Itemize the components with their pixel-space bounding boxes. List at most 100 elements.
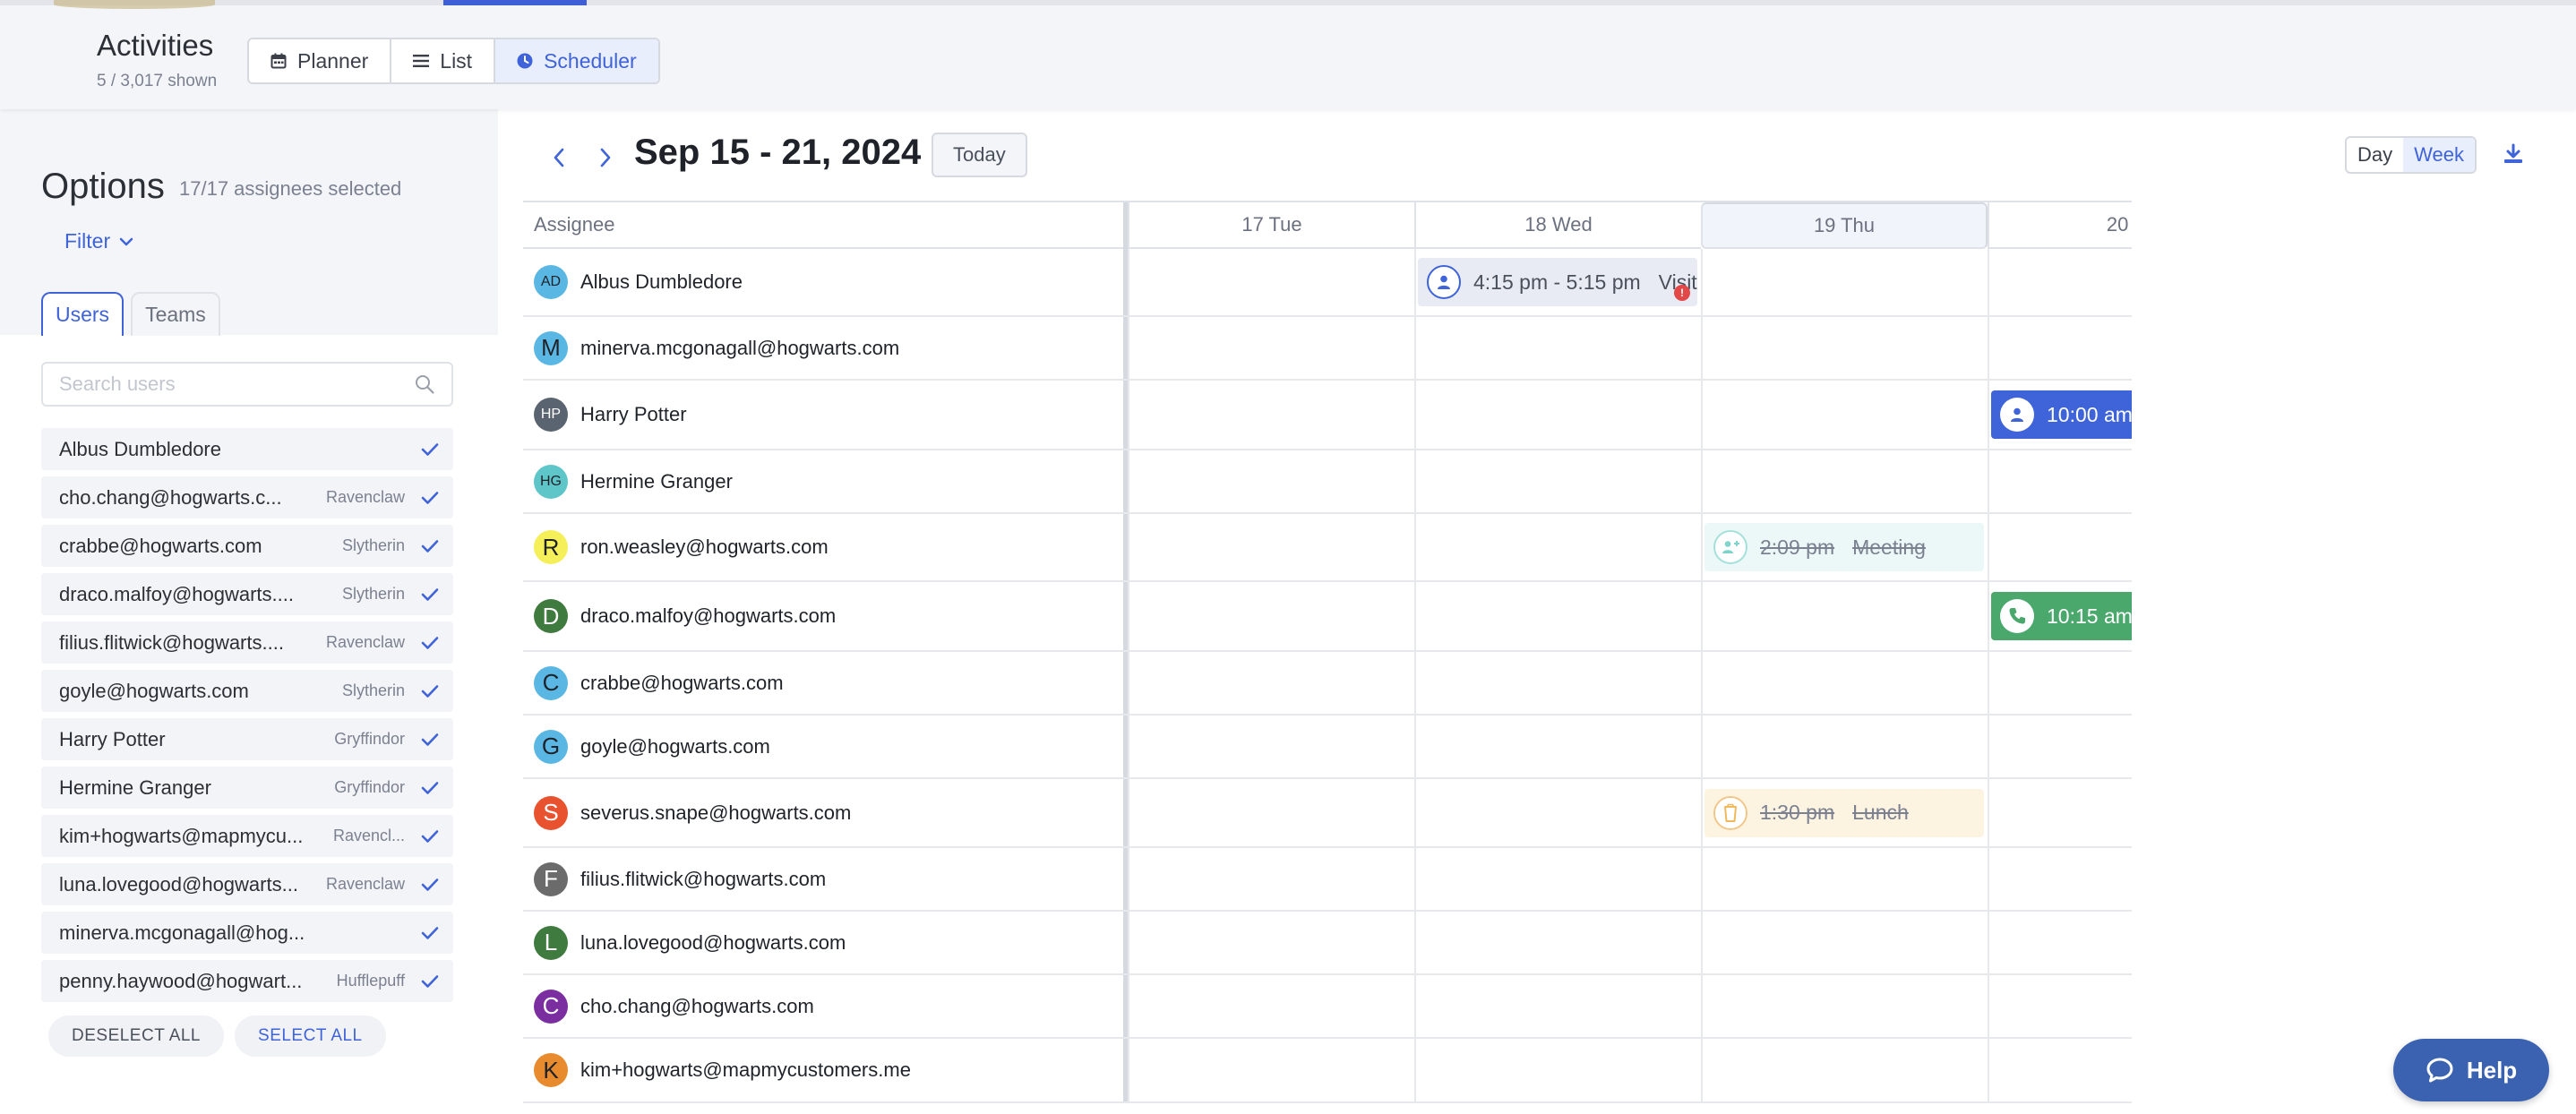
checkmark-icon (421, 587, 439, 602)
assignee-row[interactable]: AD Albus Dumbledore (534, 249, 743, 315)
user-team: Slytherin (341, 536, 405, 554)
assignee-row[interactable]: HG Hermine Granger (534, 450, 733, 512)
assignee-column-resizer[interactable] (1123, 202, 1128, 1103)
tab-teams[interactable]: Teams (131, 292, 220, 336)
assignee-row[interactable]: HP Harry Potter (534, 381, 687, 449)
people-icon (1713, 530, 1747, 564)
user-list-item[interactable]: crabbe@hogwarts.com Slytherin (41, 525, 453, 567)
assignee-row[interactable]: Ccho.chang@hogwarts.com (534, 975, 814, 1037)
search-users-input[interactable] (59, 373, 414, 396)
user-team: Gryffindor (334, 778, 405, 796)
assignee-row[interactable]: Rron.weasley@hogwarts.com (534, 514, 829, 580)
avatar: L (534, 925, 568, 960)
activity-event[interactable]: 1:30 pm Lunch (1704, 788, 1984, 837)
user-list-item[interactable]: draco.malfoy@hogwarts.... Slytherin (41, 573, 453, 615)
week-view-button[interactable]: Week (2403, 138, 2475, 172)
user-list[interactable]: Albus Dumbledore cho.chang@hogwarts.c... R… (41, 428, 453, 1096)
user-list-item[interactable]: Albus Dumbledore (41, 428, 453, 470)
avatar: C (534, 989, 568, 1024)
user-team: Slytherin (341, 585, 405, 603)
logo[interactable] (54, 0, 215, 9)
day-column-header[interactable]: 19 Thu (1701, 202, 1988, 249)
user-list-item[interactable]: Harry Potter Gryffindor (41, 718, 453, 760)
checkmark-icon (421, 539, 439, 553)
next-week-button[interactable] (588, 140, 623, 176)
user-name: luna.lovegood@hogwarts... (59, 872, 298, 895)
assignee-name: kim+hogwarts@mapmycustomers.me (580, 1058, 911, 1081)
checkmark-icon (421, 878, 439, 892)
person-icon (1427, 265, 1461, 299)
avatar: HG (534, 464, 568, 499)
assignee-row[interactable]: Ffilius.flitwick@hogwarts.com (534, 848, 826, 910)
assignee-row[interactable]: Ggoyle@hogwarts.com (534, 716, 770, 777)
user-list-item[interactable]: filius.flitwick@hogwarts.... Ravenclaw (41, 621, 453, 664)
deselect-all-button[interactable]: DESELECT ALL (48, 1015, 225, 1057)
options-panel: Options 17/17 assignees selected Filter … (0, 109, 498, 1114)
day-column-header[interactable]: 18 Wed (1414, 202, 1701, 249)
user-name: crabbe@hogwarts.com (59, 534, 262, 557)
user-list-item[interactable]: Hermine Granger Gryffindor (41, 767, 453, 809)
assignee-row[interactable]: Sseverus.snape@hogwarts.com (534, 779, 851, 846)
checkmark-icon (421, 491, 439, 505)
previous-week-button[interactable] (541, 140, 577, 176)
avatar: M (534, 330, 568, 365)
assignee-row[interactable]: Ccrabbe@hogwarts.com (534, 652, 784, 714)
avatar: C (534, 665, 568, 700)
assignees-selected-count: 17/17 assignees selected (179, 177, 402, 200)
avatar: D (534, 599, 568, 633)
activity-event[interactable]: 2:09 pm Meeting (1704, 523, 1984, 571)
select-all-button[interactable]: SELECT ALL (235, 1015, 386, 1057)
user-list-item[interactable]: cho.chang@hogwarts.c... Ravenclaw (41, 476, 453, 518)
help-button[interactable]: Help (2393, 1039, 2549, 1101)
selection-actions: DESELECT ALL SELECT ALL (48, 1015, 386, 1057)
assignee-row[interactable]: Lluna.lovegood@hogwarts.com (534, 912, 846, 973)
event-time: 1:30 pm (1760, 801, 1835, 824)
day-view-button[interactable]: Day (2347, 138, 2403, 172)
user-list-item[interactable]: penny.haywood@hogwart... Hufflepuff (41, 960, 453, 1002)
user-team: Ravenclaw (325, 488, 405, 506)
date-range: Sep 15 - 21, 2024 (634, 133, 922, 172)
list-view-button[interactable]: List (391, 39, 496, 82)
avatar: F (534, 861, 568, 896)
checkmark-icon (421, 829, 439, 844)
scheduler-view-button[interactable]: Scheduler (495, 39, 658, 82)
assignee-row[interactable]: Mminerva.mcgonagall@hogwarts.com (534, 317, 899, 379)
assignee-row[interactable]: Ddraco.malfoy@hogwarts.com (534, 582, 836, 650)
today-button[interactable]: Today (932, 133, 1027, 177)
calendar-icon (270, 53, 287, 69)
user-name: cho.chang@hogwarts.c... (59, 485, 282, 509)
tab-users[interactable]: Users (41, 292, 125, 336)
search-icon[interactable] (414, 373, 435, 395)
assignee-name: minerva.mcgonagall@hogwarts.com (580, 336, 900, 359)
assignee-name: ron.weasley@hogwarts.com (580, 536, 829, 558)
planner-view-button[interactable]: Planner (249, 39, 392, 82)
user-name: goyle@hogwarts.com (59, 679, 249, 702)
help-label: Help (2466, 1056, 2518, 1084)
assignee-name: severus.snape@hogwarts.com (580, 801, 852, 824)
user-list-item[interactable]: kim+hogwarts@mapmycu... Ravencl... (41, 815, 453, 857)
download-button[interactable] (2495, 136, 2531, 172)
checkmark-icon (421, 636, 439, 650)
assignee-name: filius.flitwick@hogwarts.com (580, 867, 827, 890)
user-list-item[interactable]: luna.lovegood@hogwarts... Ravenclaw (41, 863, 453, 905)
user-list-item[interactable]: minerva.mcgonagall@hog... (41, 912, 453, 954)
filter-dropdown[interactable]: Filter (64, 229, 133, 253)
chevron-down-icon (119, 237, 133, 246)
top-bar: Activities 5 / 3,017 shown Planner List … (0, 0, 2576, 109)
avatar: S (534, 795, 568, 830)
assignee-row[interactable]: Kkim+hogwarts@mapmycustomers.me (534, 1039, 911, 1101)
user-team: Ravencl... (332, 827, 405, 844)
assignee-name: luna.lovegood@hogwarts.com (580, 930, 846, 954)
activity-event[interactable]: 4:15 pm - 5:15 pm Visit! (1418, 258, 1697, 306)
activity-event[interactable]: 10:15 amCall (1991, 592, 2132, 640)
day-column-header[interactable]: 20 Fri (1988, 202, 2132, 249)
user-list-item[interactable]: goyle@hogwarts.com Slytherin (41, 670, 453, 712)
checkmark-icon (421, 781, 439, 795)
assignee-name: goyle@hogwarts.com (580, 734, 770, 758)
activity-event[interactable]: 10:00 amVisit (1991, 390, 2132, 439)
assignee-name: cho.chang@hogwarts.com (580, 994, 814, 1017)
assignee-column-header: Assignee (523, 202, 1125, 249)
day-column-header[interactable]: 17 Tue (1128, 202, 1414, 249)
user-name: filius.flitwick@hogwarts.... (59, 630, 284, 654)
assignee-name: draco.malfoy@hogwarts.com (580, 604, 837, 627)
